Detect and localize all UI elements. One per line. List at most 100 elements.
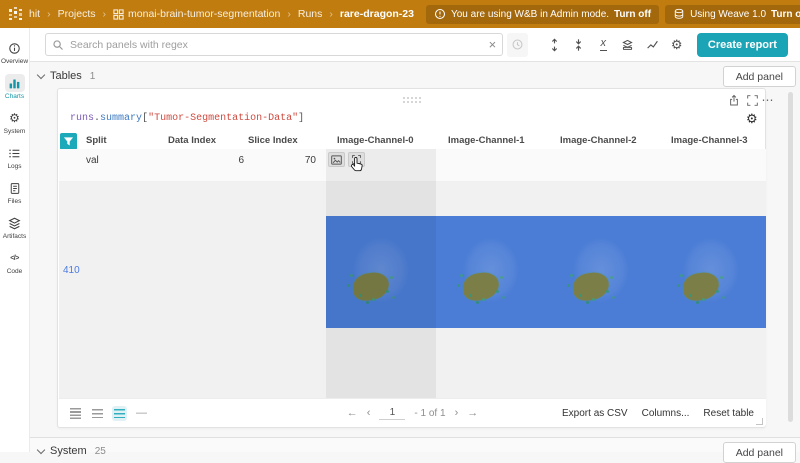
undo-history-icon (507, 32, 528, 57)
sidebar-item-overview[interactable]: Overview (0, 36, 30, 69)
sidebar-label: Artifacts (2, 233, 27, 240)
clear-search-icon[interactable]: × (489, 38, 497, 51)
wandb-logo[interactable] (8, 6, 23, 22)
sidebar-label: Charts (4, 93, 25, 100)
vertical-scrollbar[interactable] (788, 92, 793, 422)
filter-button[interactable] (60, 133, 77, 150)
collapse-panels-icon[interactable] (569, 33, 589, 57)
fullscreen-icon[interactable] (744, 93, 760, 107)
table-footer-links: Export as CSV Columns... Reset table (562, 408, 754, 419)
breadcrumb-projects[interactable]: Projects (58, 8, 96, 20)
gear-icon: ⚙ (9, 111, 20, 125)
section-count: 25 (94, 445, 106, 457)
row-height-toggle-group: — (68, 405, 149, 421)
image-channel-3-thumbnail[interactable] (656, 216, 766, 328)
breadcrumb-separator: › (102, 8, 107, 20)
add-panel-button[interactable]: Add panel (722, 66, 796, 87)
row-height-medium-icon[interactable] (90, 406, 105, 421)
breadcrumb-user[interactable]: hit (29, 8, 40, 20)
search-input[interactable] (70, 38, 483, 51)
first-page-icon[interactable]: ← (347, 407, 358, 419)
column-header-slice-index[interactable]: Slice Index (248, 135, 298, 146)
system-section-header[interactable]: System 25 (36, 445, 106, 457)
columns-link[interactable]: Columns... (642, 408, 690, 419)
column-header-image-channel-2[interactable]: Image-Channel-2 (560, 135, 637, 146)
sidebar-item-charts[interactable]: Charts (0, 71, 30, 104)
export-csv-link[interactable]: Export as CSV (562, 408, 628, 419)
panel-menu-icon[interactable]: ⋯ (760, 93, 776, 107)
breadcrumb-project[interactable]: monai-brain-tumor-segmentation (128, 8, 280, 20)
column-header-image-channel-3[interactable]: Image-Channel-3 (671, 135, 748, 146)
row-height-single-icon[interactable]: — (134, 406, 149, 421)
prev-page-icon[interactable]: ‹ (367, 407, 371, 419)
column-header-split[interactable]: Split (86, 135, 107, 146)
tumor-speckles (460, 274, 463, 277)
weave-turn-off-button[interactable]: Turn off (771, 9, 800, 20)
sidebar-item-artifacts[interactable]: Artifacts (0, 211, 30, 244)
panel-layout-icon[interactable] (618, 33, 638, 57)
last-page-icon[interactable]: → (467, 407, 478, 419)
column-header-image-channel-0[interactable]: Image-Channel-0 (337, 135, 414, 146)
row-height-grid-icon[interactable] (112, 405, 127, 421)
table-settings-gear-icon[interactable]: ⚙ (746, 111, 758, 127)
panel-resize-handle[interactable] (756, 418, 763, 425)
breadcrumb-runs[interactable]: Runs (298, 8, 323, 20)
sidebar-item-logs[interactable]: Logs (0, 141, 30, 174)
column-header-image-channel-1[interactable]: Image-Channel-1 (448, 135, 525, 146)
image-preview-button[interactable] (328, 152, 345, 167)
image-channel-0-thumbnail[interactable] (326, 216, 436, 328)
settings-gear-icon[interactable]: ⚙ (666, 33, 686, 57)
row-height-compact-icon[interactable] (68, 406, 83, 421)
admin-mode-banner: You are using W&B in Admin mode. Turn of… (425, 4, 660, 24)
reset-table-link[interactable]: Reset table (703, 408, 754, 419)
breadcrumb-separator: › (329, 8, 333, 20)
tumor-speckles (570, 274, 573, 277)
expand-panels-icon[interactable] (544, 33, 564, 57)
next-page-icon[interactable]: › (455, 407, 459, 419)
code-icon: </> (10, 254, 19, 262)
page-number-input[interactable]: 1 (379, 407, 406, 420)
create-report-button[interactable]: Create report (696, 32, 788, 57)
breadcrumb-separator: › (287, 8, 291, 20)
row-index-link[interactable]: 410 (63, 265, 80, 276)
admin-turn-off-button[interactable]: Turn off (614, 9, 651, 20)
x-axis-glyph: x (599, 37, 608, 51)
tumor-mask (351, 270, 391, 303)
query-object: runs (70, 113, 95, 124)
top-navbar: hit › Projects › monai-brain-tumor-segme… (0, 0, 800, 28)
gear-glyph: ⚙ (670, 37, 683, 52)
export-panel-icon[interactable] (726, 93, 742, 107)
sidebar-label: Overview (0, 58, 29, 65)
add-panel-button[interactable]: Add panel (722, 442, 796, 463)
image-row-strip[interactable] (326, 216, 766, 328)
outliers-line-icon[interactable] (642, 33, 662, 57)
table-footer: — ← ‹ 1 - 1 of 1 › → Export as CSV Colum… (59, 398, 766, 427)
tumor-speckles (680, 274, 683, 277)
weave-banner: Using Weave 1.0 Turn off (665, 4, 800, 24)
drag-handle-icon[interactable] (403, 97, 405, 99)
image-channel-2-thumbnail[interactable] (546, 216, 656, 328)
tumor-mask (681, 270, 721, 303)
breadcrumb-current-run[interactable]: rare-dragon-23 (340, 8, 414, 20)
section-title: System (50, 445, 87, 457)
sidebar-item-code[interactable]: </> Code (0, 246, 30, 279)
sidebar-item-files[interactable]: Files (0, 176, 30, 209)
run-sidebar: Overview Charts ⚙ System Logs Files Arti… (0, 28, 30, 452)
sidebar-label: System (3, 128, 26, 135)
chevron-down-icon (36, 445, 46, 454)
cell-data-index: 6 (238, 155, 244, 166)
image-channel-1-thumbnail[interactable] (436, 216, 546, 328)
x-axis-settings-icon[interactable]: x (593, 33, 613, 57)
search-icon (52, 39, 64, 51)
panel-query[interactable]: runs.summary["Tumor-Segmentation-Data"] (70, 113, 304, 124)
tables-section-header[interactable]: Tables 1 (36, 70, 96, 82)
tumor-speckles (350, 274, 353, 277)
section-count: 1 (89, 70, 96, 82)
workspace-main: Tables 1 Add panel ⋯ runs.summary["Tumor… (30, 62, 800, 463)
list-icon (5, 144, 25, 162)
table-row[interactable] (59, 149, 766, 182)
column-header-data-index[interactable]: Data Index (168, 135, 216, 146)
panel-search[interactable]: × (45, 33, 504, 56)
sidebar-item-system[interactable]: ⚙ System (0, 106, 30, 139)
table-panel: ⋯ runs.summary["Tumor-Segmentation-Data"… (57, 88, 774, 428)
